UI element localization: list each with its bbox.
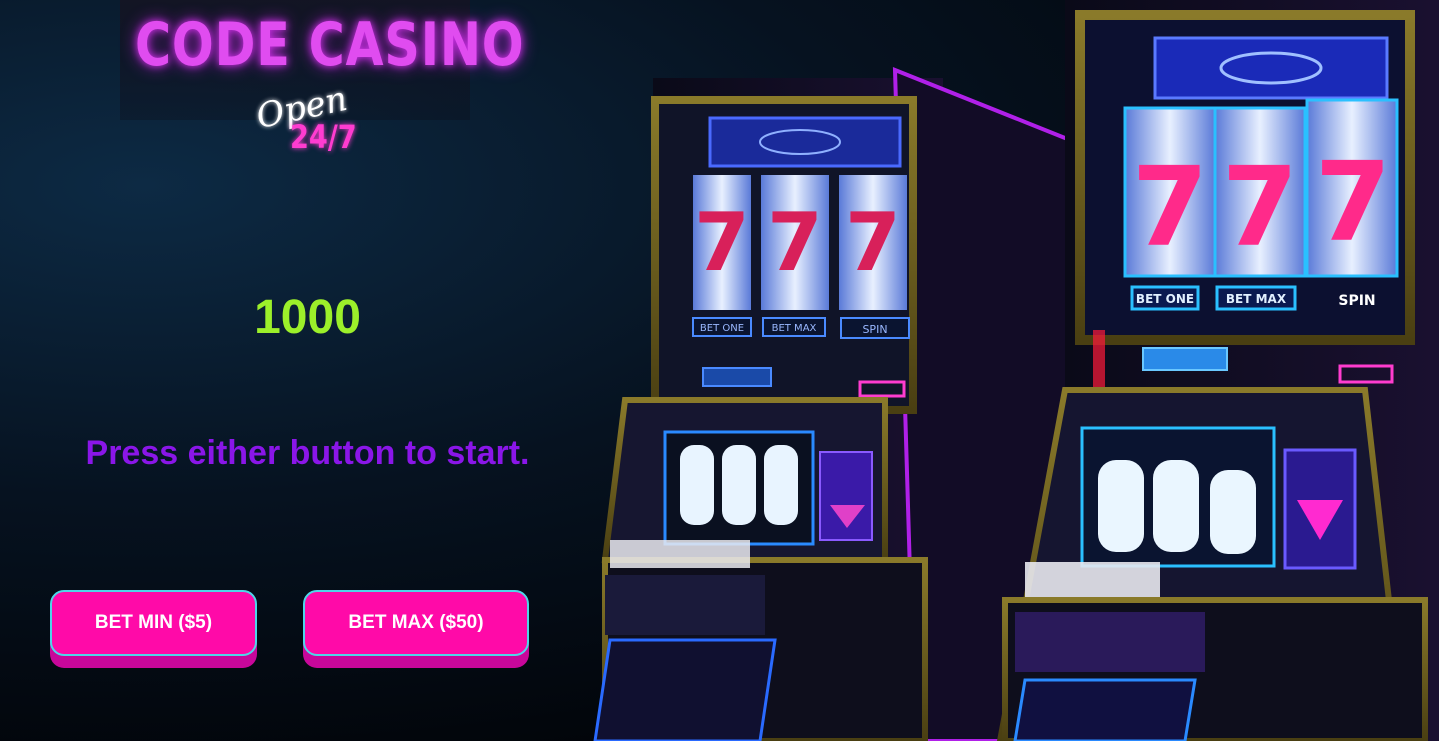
bet-max-button[interactable]: BET MAX ($50) bbox=[303, 590, 529, 656]
logo-hours: 24/7 bbox=[290, 118, 357, 156]
reel-symbol: 7 bbox=[1132, 143, 1209, 271]
reel-symbol: 7 bbox=[1222, 143, 1299, 271]
machine-button-label: BET ONE bbox=[700, 323, 744, 334]
slot-machines-illustration: 7 7 7 BET ONE BET MAX SPIN 7 7 7 BET ONE… bbox=[593, 0, 1439, 741]
reel-symbol: 7 bbox=[1315, 138, 1392, 266]
machine-button-label: SPIN bbox=[1338, 293, 1375, 309]
machine-button-label: BET MAX bbox=[772, 323, 817, 334]
reel-symbol: 7 bbox=[694, 196, 750, 289]
logo-title: CODE CASINO bbox=[135, 10, 525, 80]
reel-symbol: 7 bbox=[767, 196, 823, 289]
reel-symbol: 7 bbox=[845, 196, 901, 289]
right-slot-machine: 7 7 7 BET ONE BET MAX SPIN bbox=[996, 0, 1439, 741]
credits-display: 1000 bbox=[254, 291, 361, 344]
machine-button-label: SPIN bbox=[862, 323, 887, 336]
bet-min-button[interactable]: BET MIN ($5) bbox=[50, 590, 257, 656]
status-message: Press either button to start. bbox=[85, 434, 530, 472]
machine-button-label: BET MAX bbox=[1226, 292, 1287, 306]
left-slot-machine: 7 7 7 BET ONE BET MAX SPIN bbox=[593, 67, 1072, 741]
machine-button-label: BET ONE bbox=[1136, 292, 1194, 306]
